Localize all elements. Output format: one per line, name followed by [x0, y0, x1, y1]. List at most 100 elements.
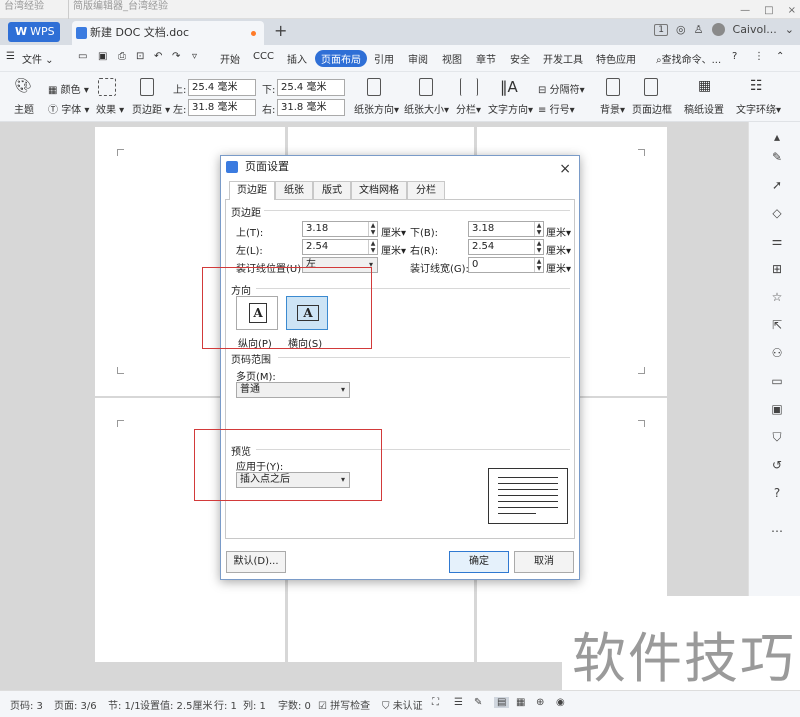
ok-button[interactable]: 确定 — [449, 551, 509, 573]
undo-icon[interactable]: ↶ — [154, 51, 162, 62]
left-margin-input[interactable]: 2.54 ▲ ▼ — [302, 239, 378, 255]
cancel-button[interactable]: 取消 — [514, 551, 574, 573]
tab-view[interactable]: 视图 — [442, 51, 462, 66]
draft-paper-button[interactable]: 稿纸设置 — [684, 101, 724, 116]
document-tab[interactable]: 新建 DOC 文档.doc — [72, 21, 264, 45]
shirt-icon[interactable]: ♙ — [694, 23, 704, 36]
share-icon[interactable]: ⇱ — [770, 318, 784, 332]
tab-doc-grid[interactable]: 文档网格 — [351, 181, 407, 199]
default-button[interactable]: 默认(D)... — [226, 551, 286, 573]
multi-pages-select[interactable]: 普通 ▾ — [236, 382, 350, 398]
tab-columns[interactable]: 分栏 — [407, 181, 445, 199]
right-margin-input[interactable]: 2.54 ▲ ▼ — [468, 239, 544, 255]
tab-insert[interactable]: 插入 — [287, 51, 307, 66]
tab-review[interactable]: 审阅 — [408, 51, 428, 66]
image-search-icon[interactable]: ⊞ — [770, 262, 784, 276]
paper-size-button[interactable]: 纸张大小▾ — [404, 101, 449, 116]
dialog-close-button[interactable]: × — [559, 158, 571, 180]
tab-developer[interactable]: 开发工具 — [543, 51, 583, 66]
spinner-icon[interactable]: ▲ ▼ — [534, 240, 543, 254]
tab-security[interactable]: 安全 — [510, 51, 530, 66]
theme-icon[interactable]: 🎨︎ — [14, 78, 32, 94]
window-count-badge[interactable]: 1 — [654, 23, 669, 36]
page-view-icon[interactable]: ▤ — [494, 697, 510, 708]
line-numbers-button[interactable]: ≡ 行号▾ — [538, 101, 575, 116]
spinner-icon[interactable]: ▲ ▼ — [368, 240, 377, 254]
tab-features[interactable]: 特色应用 — [596, 51, 636, 66]
save-icon[interactable]: ▣ — [98, 51, 107, 62]
star-icon[interactable]: ☆ — [770, 290, 784, 304]
margins-button[interactable]: 页边距 ▾ — [132, 101, 170, 116]
status-words[interactable]: 字数: 0 — [278, 697, 311, 712]
more-icon[interactable]: ⋮ — [754, 51, 764, 62]
user-avatar-icon[interactable] — [711, 23, 725, 36]
quick-access-dropdown-icon[interactable]: ▿ — [192, 51, 197, 62]
tab-layout[interactable]: 版式 — [313, 181, 351, 199]
gutter-width-input[interactable]: 0 ▲ ▼ — [468, 257, 544, 273]
ribbon-bottom-margin-input[interactable]: 25.4 毫米 — [277, 79, 345, 96]
menu-icon[interactable]: ☰ — [6, 51, 15, 62]
wps-home-button[interactable]: W WPS — [8, 22, 60, 42]
outline-icon[interactable]: ☰ — [454, 697, 463, 708]
scroll-up-icon[interactable]: ▴ — [770, 130, 784, 144]
theme-button[interactable]: 主题 — [14, 101, 34, 116]
pen-icon[interactable]: ✎ — [770, 150, 784, 164]
help-icon[interactable]: ? — [732, 51, 737, 62]
picture-icon[interactable]: ▣ — [770, 402, 784, 416]
print-icon[interactable]: ⎙ — [118, 51, 126, 62]
text-wrap-button[interactable]: 文字环绕▾ — [736, 101, 781, 116]
text-direction-button[interactable]: 文字方向▾ — [488, 101, 533, 116]
file-menu[interactable]: 文件 ⌄ — [22, 51, 54, 66]
spell-check[interactable]: ☑ 拼写检查 — [318, 697, 370, 712]
top-margin-input[interactable]: 3.18 ▲ ▼ — [302, 221, 378, 237]
minimize-button[interactable]: — — [740, 5, 750, 16]
user-name[interactable]: Caivol... — [733, 23, 777, 36]
eye-protect-icon[interactable]: ◉ — [556, 697, 565, 708]
more-dots-icon[interactable]: ⋯ — [770, 524, 784, 538]
spinner-icon[interactable]: ▲ ▼ — [534, 258, 543, 272]
help-circle-icon[interactable]: ? — [770, 486, 784, 500]
bottom-margin-input[interactable]: 3.18 ▲ ▼ — [468, 221, 544, 237]
ribbon-left-margin-input[interactable]: 31.8 毫米 — [188, 99, 256, 116]
tab-page-layout[interactable]: 页面布局 — [315, 50, 367, 67]
tab-paper[interactable]: 纸张 — [275, 181, 313, 199]
history-icon[interactable]: ↺ — [770, 458, 784, 472]
background-button[interactable]: 背景▾ — [600, 101, 625, 116]
chevron-down-icon[interactable]: ⌄ — [785, 23, 794, 36]
shield-icon[interactable]: ⛉ — [770, 430, 784, 444]
dialog-titlebar[interactable]: 页面设置 × — [221, 156, 579, 178]
breaks-button[interactable]: ⊟ 分隔符▾ — [538, 81, 585, 96]
certification[interactable]: ⛉ 未认证 — [382, 697, 423, 712]
cursor-icon[interactable]: ➚ — [770, 178, 784, 192]
tab-home[interactable]: 开始 — [220, 51, 240, 66]
tab-references[interactable]: 引用 — [374, 51, 394, 66]
collapse-ribbon-icon[interactable]: ⌃ — [776, 51, 784, 62]
new-tab-button[interactable]: + — [274, 21, 287, 40]
preview-icon[interactable]: ⊡ — [136, 51, 144, 62]
settings-sliders-icon[interactable]: ⚌ — [770, 234, 784, 248]
maximize-button[interactable]: □ — [764, 5, 773, 16]
orientation-button[interactable]: 纸张方向▾ — [354, 101, 399, 116]
web-view-icon[interactable]: ⊕ — [536, 697, 544, 708]
ribbon-right-margin-input[interactable]: 31.8 毫米 — [277, 99, 345, 116]
spinner-icon[interactable]: ▲ ▼ — [368, 222, 377, 236]
effects-button[interactable]: 效果 ▾ — [96, 101, 124, 116]
browser-tab-1[interactable]: 台湾经验 — [0, 0, 62, 19]
spinner-icon[interactable]: ▲ ▼ — [534, 222, 543, 236]
tab-chapter[interactable]: 章节 — [476, 51, 496, 66]
skin-icon[interactable]: ◎ — [676, 23, 686, 36]
columns-button[interactable]: 分栏▾ — [456, 101, 481, 116]
open-icon[interactable]: ▭ — [78, 51, 87, 62]
tab-margins[interactable]: 页边距 — [229, 181, 275, 200]
search-command[interactable]: ⌕查找命令、... — [656, 51, 721, 66]
shapes-icon[interactable]: ◇ — [770, 206, 784, 220]
browser-tab-2[interactable]: 简版编辑器_台湾经验 — [68, 0, 228, 19]
close-window-button[interactable]: × — [788, 5, 796, 16]
fonts-button[interactable]: Ⓣ 字体 ▾ — [48, 101, 89, 116]
colors-button[interactable]: ▦ 颜色 ▾ — [48, 81, 89, 96]
org-chart-icon[interactable]: ⚇ — [770, 346, 784, 360]
tab-ccc[interactable]: CCC — [253, 51, 274, 62]
read-view-icon[interactable]: ▦ — [516, 697, 525, 708]
redo-icon[interactable]: ↷ — [172, 51, 180, 62]
pen-mode-icon[interactable]: ✎ — [474, 697, 482, 708]
